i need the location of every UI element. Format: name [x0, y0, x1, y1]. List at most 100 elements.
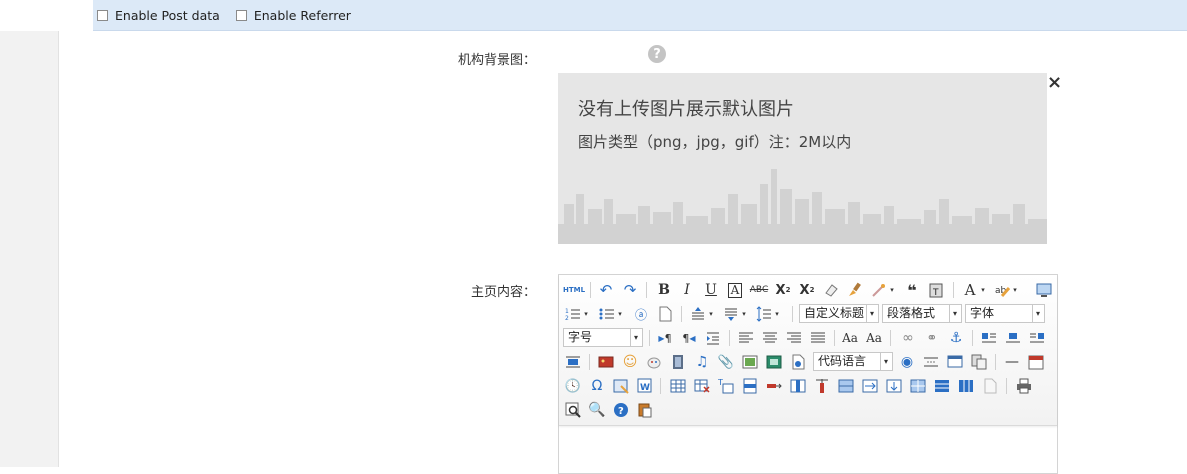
paragraph-format-select[interactable]: 段落格式 ▾: [882, 304, 962, 323]
default-image-preview[interactable]: 没有上传图片展示默认图片 图片类型（png，jpg，gif）注：2M以内: [558, 73, 1047, 244]
row-spacing-top-icon[interactable]: [689, 305, 707, 323]
emoticon-icon[interactable]: ☺: [621, 353, 639, 371]
source-html-button[interactable]: HTML: [563, 281, 585, 299]
enable-referrer-checkbox[interactable]: [235, 9, 247, 21]
split-to-cells-icon[interactable]: [909, 377, 927, 395]
line-height-icon[interactable]: [755, 305, 773, 323]
superscript-icon[interactable]: X2: [774, 281, 792, 299]
split-to-cols-icon[interactable]: [957, 377, 975, 395]
align-center-icon[interactable]: [761, 329, 779, 347]
undo-icon[interactable]: ↶: [597, 281, 615, 299]
date-icon[interactable]: [1027, 353, 1045, 371]
unordered-list-icon[interactable]: [598, 305, 616, 323]
to-lowercase-icon[interactable]: Aa: [865, 329, 883, 347]
help-icon[interactable]: ?: [648, 45, 666, 63]
line-height-dropdown-icon[interactable]: ▾: [773, 305, 781, 323]
bold-icon[interactable]: B: [655, 281, 673, 299]
page-break-icon[interactable]: [922, 353, 940, 371]
enable-referrer-option[interactable]: Enable Referrer: [235, 8, 351, 23]
eraser-icon[interactable]: [822, 281, 840, 299]
format-brush-icon[interactable]: [846, 281, 864, 299]
ordered-list-dropdown-icon[interactable]: ▾: [582, 305, 590, 323]
fullscreen-icon[interactable]: [1035, 281, 1053, 299]
anchor-icon[interactable]: ⚓: [947, 329, 965, 347]
split-to-rows-icon[interactable]: [933, 377, 951, 395]
underline-icon[interactable]: U: [702, 281, 720, 299]
delete-row-icon[interactable]: [765, 377, 783, 395]
row-spacing-bottom-dropdown-icon[interactable]: ▾: [740, 305, 748, 323]
align-justify-icon[interactable]: [809, 329, 827, 347]
scrawl-icon[interactable]: [645, 353, 663, 371]
time-icon[interactable]: 🕓: [564, 377, 582, 395]
ltr-direction-icon[interactable]: ▶ ¶: [656, 329, 674, 347]
enable-post-data-option[interactable]: Enable Post data: [97, 8, 220, 23]
paste-icon[interactable]: [636, 401, 654, 419]
font-family-select[interactable]: 字体 ▾: [965, 304, 1045, 323]
highlight-dropdown-icon[interactable]: ▾: [1011, 281, 1019, 299]
rich-text-editor[interactable]: HTML ↶ ↷ B I U A ABC X2 X2 ▾ ❝ T A ▾ ab …: [558, 274, 1058, 474]
insert-column-icon[interactable]: [789, 377, 807, 395]
insert-video-icon[interactable]: [669, 353, 687, 371]
horizontal-rule-icon[interactable]: —: [1003, 353, 1021, 371]
subscript-icon[interactable]: X2: [798, 281, 816, 299]
help-circle-icon[interactable]: ?: [612, 401, 630, 419]
auto-format-icon[interactable]: [870, 281, 888, 299]
blank-page-icon[interactable]: [981, 377, 999, 395]
unlink-icon[interactable]: ⚭: [923, 329, 941, 347]
merge-cells-icon[interactable]: [837, 377, 855, 395]
page-icon[interactable]: [656, 305, 674, 323]
insert-frame-icon[interactable]: [765, 353, 783, 371]
unordered-list-dropdown-icon[interactable]: ▾: [616, 305, 624, 323]
delete-column-icon[interactable]: [813, 377, 831, 395]
blockquote-icon[interactable]: ❝: [903, 281, 921, 300]
template-icon[interactable]: [970, 353, 988, 371]
indent-icon[interactable]: [704, 329, 722, 347]
insert-paragraph-before-table-icon[interactable]: T: [717, 377, 735, 395]
preview-zoom-icon[interactable]: [564, 401, 582, 419]
font-border-icon[interactable]: A: [726, 281, 744, 299]
code-language-select[interactable]: 代码语言 ▾: [813, 352, 893, 371]
custom-title-select[interactable]: 自定义标题 ▾: [799, 304, 879, 323]
insert-image-icon[interactable]: [597, 353, 615, 371]
word-image-icon[interactable]: [612, 377, 630, 395]
row-spacing-top-dropdown-icon[interactable]: ▾: [707, 305, 715, 323]
to-uppercase-icon[interactable]: Aa: [841, 329, 859, 347]
delete-table-icon[interactable]: [693, 377, 711, 395]
highlight-color-icon[interactable]: ab: [993, 281, 1011, 299]
rtl-direction-icon[interactable]: ¶ ◀: [680, 329, 698, 347]
remove-image-close-icon[interactable]: ×: [1047, 73, 1062, 93]
font-size-select[interactable]: 字号 ▾: [563, 328, 643, 347]
attachment-icon[interactable]: 📎: [717, 353, 735, 371]
merge-down-icon[interactable]: [885, 377, 903, 395]
enable-post-data-checkbox[interactable]: [97, 9, 108, 21]
import-word-icon[interactable]: W: [636, 377, 654, 395]
preview-icon[interactable]: [946, 353, 964, 371]
italic-icon[interactable]: I: [678, 281, 696, 299]
insert-music-icon[interactable]: ♫: [693, 353, 711, 371]
insert-table-icon[interactable]: [669, 377, 687, 395]
insert-row-icon[interactable]: [741, 377, 759, 395]
link-email-icon[interactable]: ⓐ: [632, 305, 650, 323]
paste-plain-text-icon[interactable]: T: [927, 281, 945, 299]
image-gallery-icon[interactable]: [741, 353, 759, 371]
align-right-icon[interactable]: [785, 329, 803, 347]
auto-format-dropdown-icon[interactable]: ▾: [888, 281, 896, 299]
font-color-dropdown-icon[interactable]: ▾: [979, 281, 987, 299]
row-spacing-bottom-icon[interactable]: [722, 305, 740, 323]
image-center-icon[interactable]: [1004, 329, 1022, 347]
image-none-icon[interactable]: [564, 353, 582, 371]
insert-web-icon[interactable]: ◉: [898, 353, 916, 371]
merge-right-icon[interactable]: [861, 377, 879, 395]
search-replace-icon[interactable]: 🔍: [588, 401, 606, 419]
align-left-icon[interactable]: [737, 329, 755, 347]
web-page-icon[interactable]: [789, 353, 807, 371]
font-color-icon[interactable]: A: [961, 281, 979, 299]
print-icon[interactable]: [1015, 377, 1033, 395]
strikethrough-icon[interactable]: ABC: [750, 281, 768, 299]
image-float-left-icon[interactable]: [980, 329, 998, 347]
special-chars-icon[interactable]: Ω: [588, 377, 606, 395]
image-float-right-icon[interactable]: [1028, 329, 1046, 347]
redo-icon[interactable]: ↷: [621, 281, 639, 299]
link-icon[interactable]: ∞: [899, 329, 917, 347]
ordered-list-icon[interactable]: 12: [564, 305, 582, 323]
